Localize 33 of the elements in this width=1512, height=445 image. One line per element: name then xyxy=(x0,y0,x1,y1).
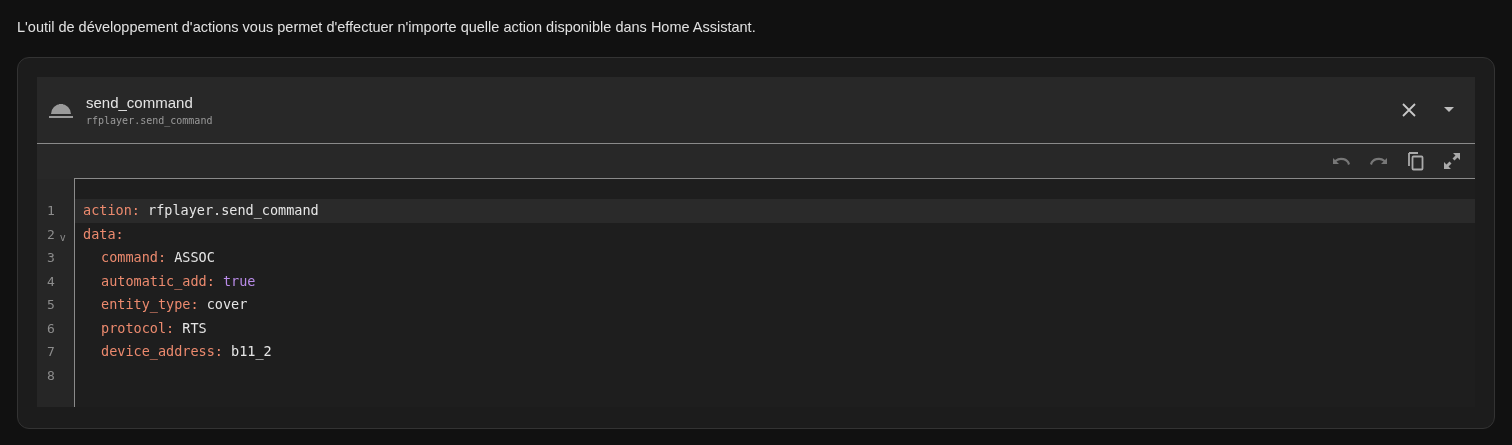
yaml-value: true xyxy=(222,272,256,289)
line-number: 3 xyxy=(47,250,55,266)
description-text: L'outil de développement d'actions vous permet d'effectuer n'importe quelle action disponible dans Home Assistant. xyxy=(17,18,757,37)
yaml-key: automatic_add: xyxy=(101,272,215,289)
line-number: 5 xyxy=(47,297,55,313)
line-number: 2 xyxy=(47,226,55,242)
line-number: 1 xyxy=(47,203,55,219)
fullscreen-button[interactable] xyxy=(1441,150,1463,172)
yaml-key: data: xyxy=(83,225,124,242)
yaml-key: device_address: xyxy=(101,343,223,359)
yaml-value: RTS xyxy=(182,319,207,336)
redo-icon xyxy=(1369,155,1389,167)
yaml-value: ASSOC xyxy=(174,249,215,265)
undo-icon xyxy=(1331,155,1351,167)
yaml-key: action: xyxy=(83,202,140,218)
yaml-value: rfplayer.send_command xyxy=(148,202,319,218)
service-bell-icon xyxy=(48,101,74,119)
action-name: send_command xyxy=(86,94,194,111)
copy-icon xyxy=(1407,151,1425,171)
action-id: rfplayer.send_command xyxy=(86,115,214,126)
yaml-value: cover xyxy=(206,296,248,312)
line-number: 6 xyxy=(47,320,55,336)
caret-icon xyxy=(1443,106,1455,114)
fullscreen-icon xyxy=(1443,152,1461,170)
line-number: 4 xyxy=(47,273,55,289)
yaml-key: entity_type: xyxy=(101,296,199,312)
line-number: 8 xyxy=(47,367,55,383)
yaml-key: command: xyxy=(101,249,167,265)
yaml-value: b11_2 xyxy=(231,343,272,359)
close-icon xyxy=(1401,102,1417,118)
yaml-key: protocol: xyxy=(101,319,175,336)
fold-toggle[interactable]: v xyxy=(59,231,66,243)
line-number: 7 xyxy=(47,344,55,360)
